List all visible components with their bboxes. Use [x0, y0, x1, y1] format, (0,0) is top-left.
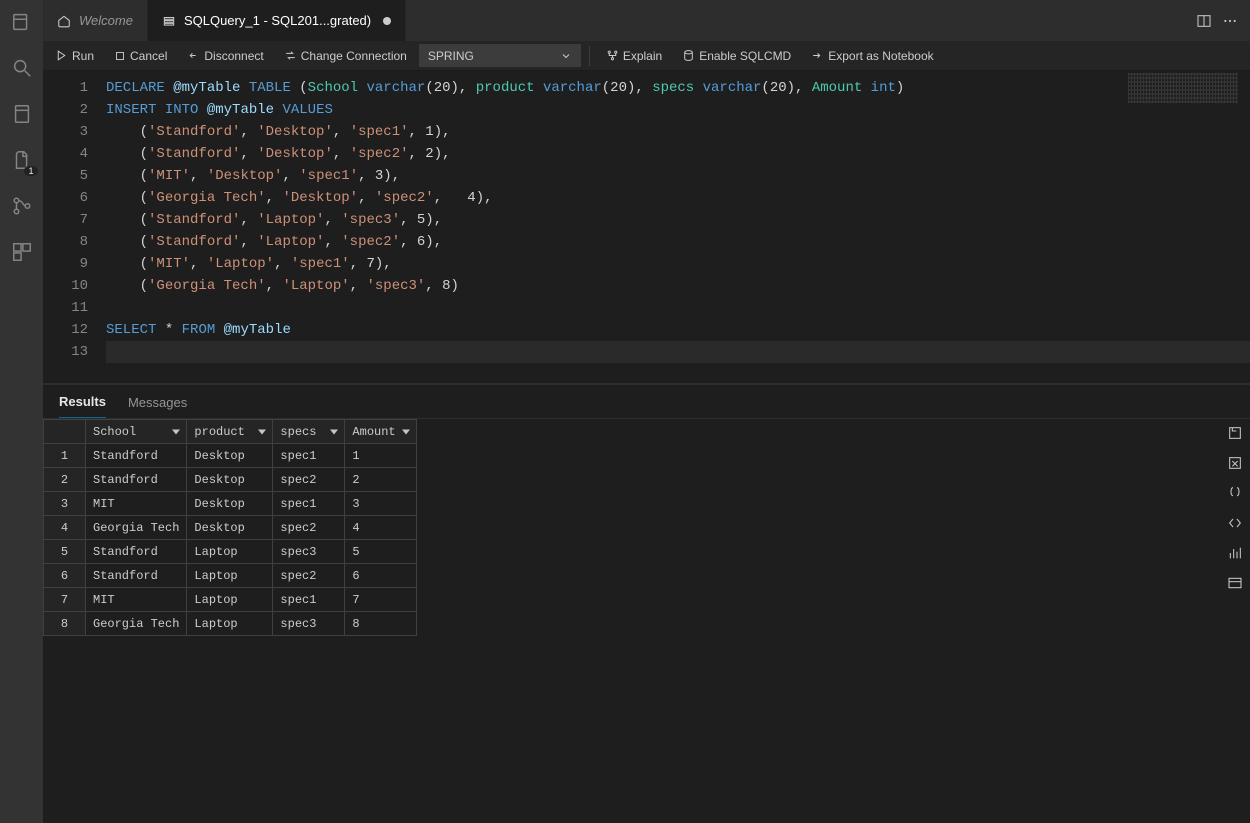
tab-sqlquery[interactable]: SQLQuery_1 - SQL201...grated): [148, 0, 406, 41]
tab-sqlquery-label: SQLQuery_1 - SQL201...grated): [184, 13, 371, 28]
query-toolbar: Run Cancel Disconnect Change Connection …: [43, 41, 1250, 71]
play-icon: [55, 49, 68, 62]
source-control-icon[interactable]: [10, 194, 34, 218]
table-row[interactable]: 4Georgia TechDesktopspec24: [44, 516, 417, 540]
results-panel: Results Messages SchoolproductspecsAmoun…: [43, 383, 1250, 823]
table-row[interactable]: 5StandfordLaptopspec35: [44, 540, 417, 564]
enable-sqlcmd-button[interactable]: Enable SQLCMD: [674, 41, 799, 70]
editor-tabs: Welcome SQLQuery_1 - SQL201...grated): [43, 0, 1250, 41]
tab-results[interactable]: Results: [59, 394, 106, 418]
cancel-label: Cancel: [130, 49, 167, 63]
panel-body: SchoolproductspecsAmount1StandfordDeskto…: [43, 419, 1250, 823]
database-select[interactable]: SPRING: [419, 44, 581, 67]
chart-icon[interactable]: [1227, 545, 1243, 561]
table-row[interactable]: 3MITDesktopspec13: [44, 492, 417, 516]
main-area: Welcome SQLQuery_1 - SQL201...grated): [43, 0, 1250, 823]
activity-bar: 1: [0, 0, 43, 823]
save-csv-icon[interactable]: [1227, 425, 1243, 441]
notebooks-icon[interactable]: [10, 102, 34, 126]
explorer-icon[interactable]: 1: [10, 148, 34, 172]
change-connection-label: Change Connection: [301, 49, 407, 63]
table-row[interactable]: 6StandfordLaptopspec26: [44, 564, 417, 588]
extensions-icon[interactable]: [10, 240, 34, 264]
unsaved-indicator-icon: [383, 17, 391, 25]
explain-button[interactable]: Explain: [598, 41, 670, 70]
export-icon: [811, 49, 824, 62]
search-icon[interactable]: [10, 56, 34, 80]
disconnect-icon: [187, 49, 200, 62]
tab-messages[interactable]: Messages: [128, 395, 187, 418]
tab-welcome-label: Welcome: [79, 13, 133, 28]
split-editor-icon[interactable]: [1196, 13, 1212, 29]
column-header[interactable]: specs: [273, 420, 345, 444]
results-action-bar: [1220, 419, 1250, 823]
toolbar-separator: [589, 46, 590, 66]
stop-icon: [114, 50, 126, 62]
editor[interactable]: 12345678910111213 DECLARE @myTable TABLE…: [43, 71, 1250, 383]
visualizer-icon[interactable]: [1227, 575, 1243, 591]
database-select-value: SPRING: [428, 49, 474, 63]
table-row[interactable]: 1StandfordDesktopspec11: [44, 444, 417, 468]
chevron-down-icon[interactable]: [402, 429, 410, 434]
disconnect-label: Disconnect: [204, 49, 263, 63]
run-button[interactable]: Run: [47, 41, 102, 70]
sqlcmd-icon: [682, 49, 695, 62]
save-excel-icon[interactable]: [1227, 455, 1243, 471]
panel-tabs: Results Messages: [43, 385, 1250, 419]
home-icon: [57, 14, 71, 28]
table-row[interactable]: 8Georgia TechLaptopspec38: [44, 612, 417, 636]
results-grid-wrap: SchoolproductspecsAmount1StandfordDeskto…: [43, 419, 417, 823]
explain-label: Explain: [623, 49, 662, 63]
column-header[interactable]: Amount: [345, 420, 417, 444]
change-connection-icon: [284, 49, 297, 62]
table-row[interactable]: 7MITLaptopspec17: [44, 588, 417, 612]
explorer-badge: 1: [24, 166, 37, 176]
table-row[interactable]: 2StandfordDesktopspec22: [44, 468, 417, 492]
app-root: 1 Welcome SQLQuery_1 - SQL201...grated): [0, 0, 1250, 823]
save-xml-icon[interactable]: [1227, 515, 1243, 531]
sql-file-icon: [162, 14, 176, 28]
chevron-down-icon: [560, 50, 572, 62]
chevron-down-icon[interactable]: [258, 429, 266, 434]
chevron-down-icon[interactable]: [330, 429, 338, 434]
run-label: Run: [72, 49, 94, 63]
change-connection-button[interactable]: Change Connection: [276, 41, 415, 70]
export-notebook-button[interactable]: Export as Notebook: [803, 41, 941, 70]
tab-actions: [1196, 0, 1250, 41]
cancel-button[interactable]: Cancel: [106, 41, 175, 70]
servers-icon[interactable]: [10, 10, 34, 34]
column-header[interactable]: School: [86, 420, 187, 444]
export-notebook-label: Export as Notebook: [828, 49, 933, 63]
tab-welcome[interactable]: Welcome: [43, 0, 148, 41]
minimap[interactable]: [1128, 73, 1238, 103]
save-json-icon[interactable]: [1227, 485, 1243, 501]
more-actions-icon[interactable]: [1222, 13, 1238, 29]
column-header[interactable]: product: [187, 420, 273, 444]
disconnect-button[interactable]: Disconnect: [179, 41, 271, 70]
code-area[interactable]: DECLARE @myTable TABLE (School varchar(2…: [106, 77, 1250, 363]
line-gutter: 12345678910111213: [43, 77, 106, 363]
results-grid[interactable]: SchoolproductspecsAmount1StandfordDeskto…: [43, 419, 417, 636]
explain-icon: [606, 49, 619, 62]
enable-sqlcmd-label: Enable SQLCMD: [699, 49, 791, 63]
chevron-down-icon[interactable]: [172, 429, 180, 434]
